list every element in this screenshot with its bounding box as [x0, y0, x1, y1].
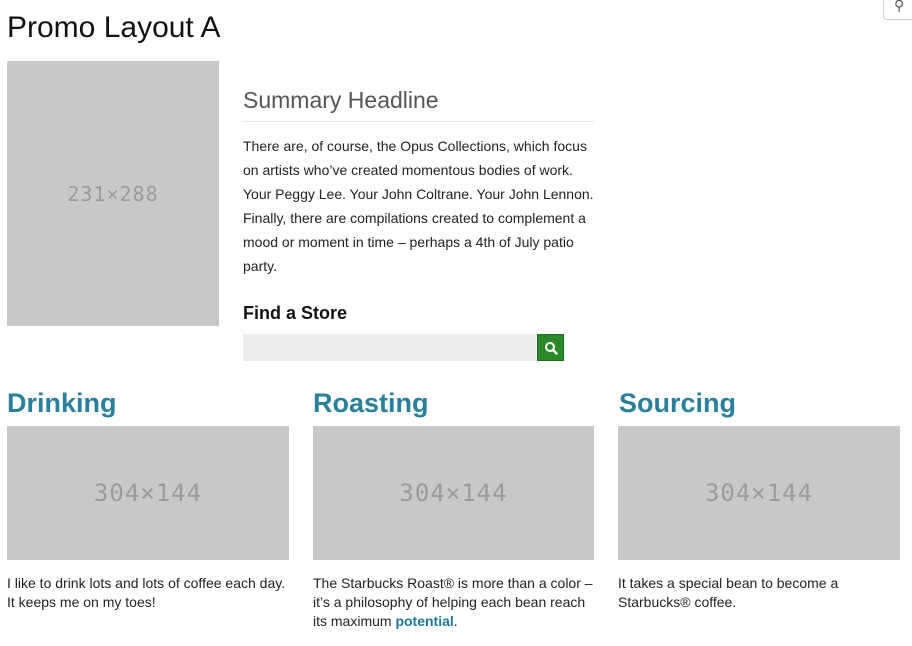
- sourcing-text-body: It takes a special bean to become a Star…: [618, 575, 839, 610]
- roasting-image-placeholder: 304×144: [313, 426, 594, 560]
- sourcing-image-placeholder: 304×144: [618, 426, 900, 560]
- roasting-text: The Starbucks Roast® is more than a colo…: [313, 574, 598, 631]
- store-search-input[interactable]: [243, 334, 536, 361]
- drinking-title[interactable]: Drinking: [7, 388, 117, 418]
- user-icon: ⚲: [894, 0, 905, 14]
- sourcing-text: It takes a special bean to become a Star…: [618, 574, 900, 612]
- roasting-title[interactable]: Roasting: [313, 388, 429, 418]
- find-store-label: Find a Store: [243, 303, 348, 323]
- page-title: Promo Layout A: [7, 11, 221, 44]
- roasting-text-end: .: [453, 613, 458, 629]
- drinking-text: I like to drink lots and lots of coffee …: [7, 574, 289, 612]
- summary-body: There are, of course, the Opus Collectio…: [243, 138, 594, 274]
- potential-link[interactable]: potential: [395, 613, 453, 629]
- sourcing-image-label: 304×144: [704, 479, 814, 507]
- hero-image-placeholder: 231×288: [7, 61, 219, 326]
- account-button[interactable]: ⚲: [883, 0, 912, 20]
- search-icon: [545, 342, 558, 355]
- drinking-image-placeholder: 304×144: [7, 426, 289, 560]
- summary-headline: Summary Headline: [243, 86, 594, 122]
- roasting-image-label: 304×144: [399, 479, 508, 507]
- drinking-text-body: I like to drink lots and lots of coffee …: [7, 575, 286, 610]
- hero-image-label: 231×288: [67, 181, 159, 206]
- store-search-button[interactable]: [537, 334, 564, 361]
- promo-page: Promo Layout A ⚲ 231×288 Summary Headlin…: [0, 0, 912, 646]
- drinking-image-label: 304×144: [93, 479, 203, 507]
- sourcing-title[interactable]: Sourcing: [619, 388, 736, 418]
